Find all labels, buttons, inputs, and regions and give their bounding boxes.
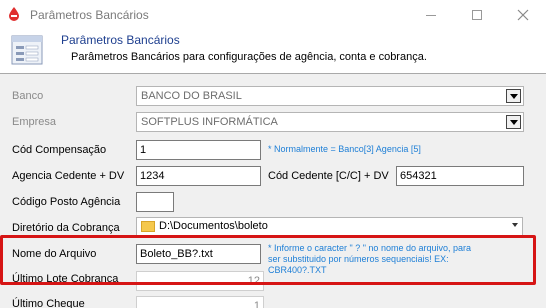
diretorio-value: D:\Documentos\boleto	[159, 220, 268, 232]
banco-dropdown-button[interactable]	[506, 89, 521, 103]
ultimo-cheque-input[interactable]: 1	[136, 296, 264, 308]
cod-cedente-input[interactable]: 654321	[396, 166, 524, 186]
cod-compensacao-label: Cód Compensação	[12, 144, 107, 156]
minimize-icon	[426, 14, 436, 16]
empresa-value: SOFTPLUS INFORMÁTICA	[141, 116, 278, 128]
empresa-select[interactable]: SOFTPLUS INFORMÁTICA	[136, 112, 524, 132]
window-title: Parâmetros Bancários	[30, 8, 149, 22]
diretorio-select[interactable]: D:\Documentos\boleto	[136, 217, 523, 236]
empresa-dropdown-button[interactable]	[506, 115, 521, 129]
title-bar: Parâmetros Bancários	[0, 0, 546, 30]
banco-select[interactable]: BANCO DO BRASIL	[136, 86, 524, 106]
ultimo-cheque-label: Último Cheque	[12, 298, 85, 308]
header-panel: Parâmetros Bancários Parâmetros Bancário…	[0, 30, 546, 72]
banco-value: BANCO DO BRASIL	[141, 90, 242, 102]
banco-label: Banco	[12, 90, 44, 102]
form-icon	[11, 35, 43, 65]
diretorio-label: Diretório da Cobrança	[12, 222, 120, 234]
close-icon	[517, 9, 529, 21]
highlight-box	[0, 235, 536, 285]
chevron-down-icon	[509, 93, 518, 99]
app-icon	[9, 7, 19, 21]
header-subtitle: Parâmetros Bancários para configurações …	[71, 51, 427, 63]
agencia-cedente-label: Agencia Cedente + DV	[12, 170, 125, 182]
maximize-button[interactable]	[454, 0, 500, 30]
folder-icon	[141, 221, 155, 232]
codigo-posto-label: Código Posto Agência	[12, 196, 121, 208]
empresa-label: Empresa	[12, 116, 57, 128]
close-button[interactable]	[500, 0, 546, 30]
chevron-down-icon	[509, 119, 518, 125]
header-title: Parâmetros Bancários	[61, 33, 180, 47]
agencia-cedente-input[interactable]: 1234	[136, 166, 261, 186]
cod-compensacao-input[interactable]: 1	[136, 140, 261, 160]
codigo-posto-input[interactable]	[136, 192, 174, 212]
cod-cedente-label: Cód Cedente [C/C] + DV	[268, 170, 389, 182]
minimize-button[interactable]	[408, 0, 454, 30]
maximize-icon	[472, 10, 482, 20]
chevron-down-icon[interactable]	[512, 223, 518, 227]
cod-compensacao-note: * Normalmente = Banco[3] Agencia [5]	[268, 144, 421, 154]
